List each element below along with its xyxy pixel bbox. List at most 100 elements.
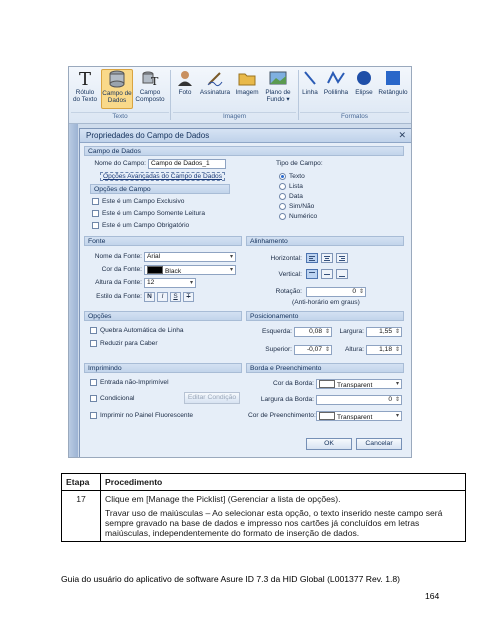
background-button-label: Plano de Fundo ▾ — [265, 89, 291, 103]
top-label: Superior: — [265, 346, 292, 353]
field-type-radio-simnao[interactable] — [279, 203, 286, 210]
header-etapa: Etapa — [61, 473, 101, 491]
cancel-button[interactable]: Cancelar — [356, 438, 402, 450]
font-height-select[interactable]: 12 — [144, 278, 196, 288]
vertical-label: Vertical: — [278, 271, 302, 278]
fluorescent-panel-checkbox[interactable] — [90, 412, 97, 419]
folder-image-icon — [238, 69, 256, 87]
font-style-label: Estilo da Fonte: — [96, 293, 142, 300]
width-label: Largura: — [339, 328, 364, 335]
font-height-label: Altura da Fonte: — [95, 279, 142, 286]
procedure-table: Etapa Procedimento 17 Clique em [Manage … — [61, 473, 466, 542]
composite-field-button-label: Campo Composto — [135, 89, 165, 103]
width-input[interactable]: 1,55 — [366, 327, 402, 337]
font-name-label: Nome da Fonte: — [94, 253, 142, 260]
section-campo-dados: Campo de Dados — [84, 146, 404, 156]
ok-button[interactable]: OK — [306, 438, 352, 450]
line-button[interactable]: Linha — [299, 69, 321, 107]
group-imagem: Imagem — [173, 112, 296, 123]
side-panel — [69, 124, 78, 457]
composite-field-button[interactable]: T Campo Composto — [134, 69, 166, 107]
field-type-numerico-label: Numérico — [289, 213, 318, 220]
align-right-button[interactable] — [336, 253, 348, 263]
composite-field-icon: T — [141, 69, 159, 88]
fill-color-value: Transparent — [337, 414, 373, 421]
fill-color-select[interactable]: Transparent — [316, 411, 402, 421]
field-type-radio-lista[interactable] — [279, 183, 286, 190]
font-name-select[interactable]: Arial — [144, 252, 236, 262]
advanced-options-link[interactable]: Opções Avançadas do Campo de Dados — [100, 172, 226, 181]
close-icon[interactable]: ✕ — [398, 130, 406, 141]
data-field-button[interactable]: Campo de Dados — [101, 69, 133, 109]
rotation-label: Rotação: — [275, 288, 302, 295]
field-type-radio-texto[interactable] — [279, 173, 286, 180]
table-header-row: Etapa Procedimento — [61, 473, 466, 491]
font-color-select[interactable]: Black — [144, 265, 236, 275]
image-button-label: Imagem — [235, 89, 259, 96]
border-color-select[interactable]: Transparent — [316, 379, 402, 389]
photo-button[interactable]: Foto — [173, 69, 197, 107]
field-type-simnao-label: Sim/Não — [289, 203, 315, 210]
exclusive-field-label: Este é um Campo Exclusivo — [102, 198, 185, 205]
text-t-icon: T — [76, 69, 94, 90]
readonly-field-checkbox[interactable] — [92, 210, 99, 217]
top-input[interactable]: -0,07 — [294, 345, 332, 355]
field-type-radio-data[interactable] — [279, 193, 286, 200]
group-texto: Texto — [71, 112, 169, 123]
rectangle-icon — [384, 69, 402, 87]
signature-button[interactable]: Assinatura — [198, 69, 232, 107]
height-input[interactable]: 1,18 — [366, 345, 402, 355]
step-number: 17 — [61, 490, 101, 542]
strikethrough-button[interactable]: T — [183, 292, 194, 302]
dialog-title: Propriedades do Campo de Dados — [80, 129, 411, 143]
rectangle-button[interactable]: Retângulo — [377, 69, 409, 107]
field-type-radio-numerico[interactable] — [279, 213, 286, 220]
shrink-to-fit-checkbox[interactable] — [90, 340, 97, 347]
background-icon — [269, 69, 287, 87]
required-field-checkbox[interactable] — [92, 222, 99, 229]
border-color-label: Cor da Borda: — [272, 380, 314, 387]
ellipse-button-label: Elipse — [355, 89, 373, 96]
text-label-button-label: Rótulo do Texto — [72, 89, 98, 103]
procedure-line-2: Travar uso de maiúsculas – Ao selecionar… — [105, 508, 443, 538]
conditional-checkbox[interactable] — [90, 395, 97, 402]
align-middle-button[interactable] — [321, 269, 333, 279]
field-type-lista-label: Lista — [289, 183, 303, 190]
italic-button[interactable]: I — [157, 292, 168, 302]
ellipse-button[interactable]: Elipse — [352, 69, 376, 107]
procedure-line-1: Clique em [Manage the Picklist] (Gerenci… — [105, 494, 341, 504]
left-label: Esquerda: — [261, 328, 292, 335]
text-label-button[interactable]: T Rótulo do Texto — [71, 69, 99, 107]
header-procedimento: Procedimento — [100, 473, 466, 491]
border-width-label: Largura da Borda: — [260, 396, 314, 403]
exclusive-field-checkbox[interactable] — [92, 198, 99, 205]
edit-condition-button[interactable]: Editar Condição — [184, 392, 240, 404]
table-row: 17 Clique em [Manage the Picklist] (Gere… — [61, 490, 466, 542]
underline-button[interactable]: S — [170, 292, 181, 302]
required-field-label: Este é um Campo Obrigatório — [102, 222, 190, 229]
database-icon — [108, 70, 126, 88]
non-printable-checkbox[interactable] — [90, 379, 97, 386]
align-left-button[interactable] — [306, 253, 318, 263]
field-type-data-label: Data — [289, 193, 303, 200]
image-button[interactable]: Imagem — [233, 69, 261, 107]
border-width-input[interactable]: 0 — [316, 395, 402, 405]
bold-button[interactable]: N — [144, 292, 155, 302]
rotation-hint: (Anti-horário em graus) — [292, 299, 360, 306]
rotation-input[interactable]: 0 — [306, 287, 366, 297]
section-opcoes: Opções — [84, 311, 242, 321]
background-button[interactable]: Plano de Fundo ▾ — [262, 69, 294, 107]
align-top-button[interactable] — [306, 269, 318, 279]
word-wrap-checkbox[interactable] — [90, 327, 97, 334]
document-footer-caption: Guia do usuário do aplicativo de softwar… — [61, 574, 401, 584]
readonly-field-label: Este é um Campo Somente Leitura — [102, 210, 205, 217]
polyline-button[interactable]: Polilinha — [322, 69, 350, 107]
left-input[interactable]: 0,08 — [294, 327, 332, 337]
signature-icon — [206, 69, 224, 87]
procedure-cell: Clique em [Manage the Picklist] (Gerenci… — [100, 490, 466, 542]
align-bottom-button[interactable] — [336, 269, 348, 279]
section-posicionamento: Posicionamento — [246, 311, 404, 321]
polyline-icon — [327, 69, 345, 87]
align-center-button[interactable] — [321, 253, 333, 263]
field-name-input[interactable]: Campo de Dados_1 — [148, 159, 226, 169]
